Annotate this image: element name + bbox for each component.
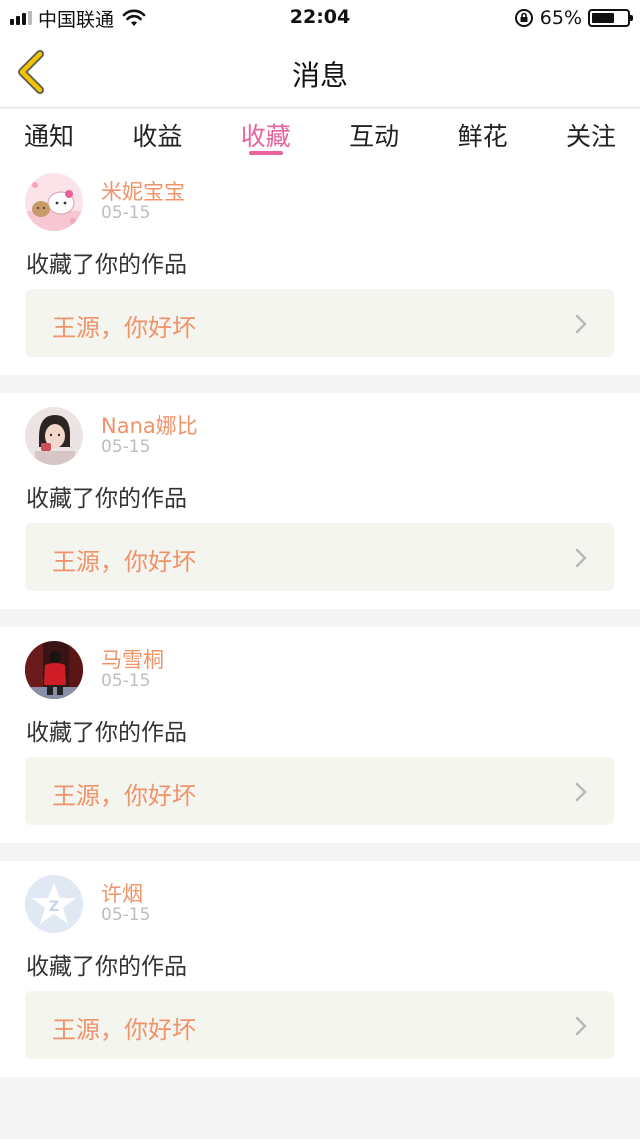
avatar[interactable]: Z <box>25 875 83 933</box>
timestamp: 05-15 <box>101 203 151 223</box>
username[interactable]: 许烟 <box>101 878 143 908</box>
tab-label: 通知 <box>24 122 75 151</box>
avatar[interactable] <box>25 641 83 699</box>
work-title: 王源，你好坏 <box>52 1016 196 1044</box>
battery-icon <box>588 9 633 27</box>
chevron-right-icon <box>575 314 587 334</box>
status-right: 65% <box>514 0 633 36</box>
work-link[interactable]: 王源，你好坏 <box>25 757 614 825</box>
svg-text:Z: Z <box>49 899 59 915</box>
avatar[interactable] <box>25 173 83 231</box>
tab-label: 收益 <box>132 122 183 151</box>
timestamp: 05-15 <box>101 905 151 925</box>
tab-label: 鲜花 <box>457 122 508 151</box>
hello-kitty-avatar-icon <box>25 173 83 231</box>
nav-bar: 消息 <box>0 36 640 108</box>
avatar[interactable] <box>25 407 83 465</box>
rotation-lock-icon <box>514 9 533 27</box>
work-link[interactable]: 王源，你好坏 <box>25 991 614 1059</box>
username[interactable]: Nana娜比 <box>101 410 198 440</box>
chevron-right-icon <box>575 1016 587 1036</box>
active-tab-indicator <box>248 151 283 155</box>
chevron-right-icon <box>575 782 587 802</box>
list-item: Z 许烟 05-15 收藏了你的作品 王源，你好坏 <box>0 861 640 1077</box>
page-title: 消息 <box>291 59 348 92</box>
tab-label: 收藏 <box>240 122 291 151</box>
battery-level <box>592 13 615 23</box>
action-text: 收藏了你的作品 <box>26 954 187 980</box>
list-item: 马雪桐 05-15 收藏了你的作品 王源，你好坏 <box>0 627 640 843</box>
red-jacket-photo-avatar-icon <box>25 641 83 699</box>
action-text: 收藏了你的作品 <box>26 252 187 278</box>
tab-follows[interactable]: 关注 <box>566 109 616 159</box>
timestamp: 05-15 <box>101 437 151 457</box>
action-text: 收藏了你的作品 <box>26 720 187 746</box>
list-item: 米妮宝宝 05-15 收藏了你的作品 王源，你好坏 <box>0 159 640 375</box>
tab-flowers[interactable]: 鲜花 <box>458 109 508 159</box>
qq-default-avatar-icon: Z <box>25 875 83 933</box>
girl-photo-avatar-icon <box>25 407 83 465</box>
tab-favorites[interactable]: 收藏 <box>241 109 291 159</box>
tab-label: 互动 <box>349 122 400 151</box>
chevron-right-icon <box>575 548 587 568</box>
action-text: 收藏了你的作品 <box>26 486 187 512</box>
list-item: Nana娜比 05-15 收藏了你的作品 王源，你好坏 <box>0 393 640 609</box>
username[interactable]: 马雪桐 <box>101 644 164 674</box>
status-bar: 中国联通 22:04 65% <box>0 0 640 36</box>
username[interactable]: 米妮宝宝 <box>101 176 185 206</box>
tab-earnings[interactable]: 收益 <box>132 109 182 159</box>
work-title: 王源，你好坏 <box>52 314 196 342</box>
favorites-feed: 米妮宝宝 05-15 收藏了你的作品 王源，你好坏 Nana娜比 05-15 收… <box>0 159 640 1095</box>
tab-bar: 通知 收益 收藏 互动 鲜花 关注 <box>0 109 640 159</box>
tab-interactions[interactable]: 互动 <box>349 109 399 159</box>
tab-label: 关注 <box>565 122 616 151</box>
timestamp: 05-15 <box>101 671 151 691</box>
work-title: 王源，你好坏 <box>52 548 196 576</box>
work-title: 王源，你好坏 <box>52 782 196 810</box>
work-link[interactable]: 王源，你好坏 <box>25 289 614 357</box>
tab-notifications[interactable]: 通知 <box>24 109 74 159</box>
battery-percent: 65% <box>539 7 582 29</box>
work-link[interactable]: 王源，你好坏 <box>25 523 614 591</box>
